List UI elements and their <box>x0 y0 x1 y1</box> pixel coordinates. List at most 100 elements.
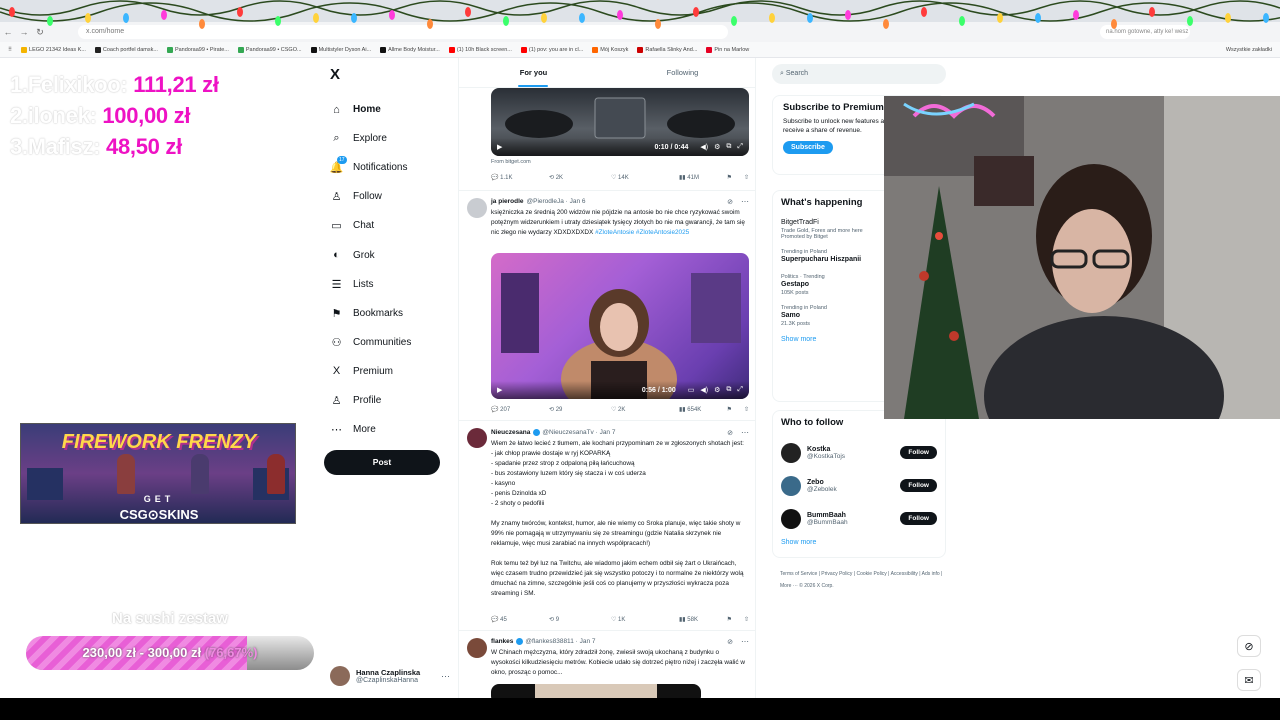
fullscreen-icon[interactable]: ⤢ <box>737 143 743 151</box>
nav-item-grok[interactable]: ◐ Grok <box>329 240 411 269</box>
more-icon[interactable]: ⋯ <box>741 637 749 646</box>
grok-icon[interactable]: ⊘ <box>727 429 733 437</box>
forward-icon[interactable]: → <box>16 27 32 37</box>
nav-item-home[interactable]: ⌂ Home <box>329 95 411 124</box>
volume-icon[interactable]: ◀) <box>700 143 708 151</box>
author-name[interactable]: Nieuczesana <box>491 429 530 436</box>
nav-item-follow[interactable]: ♙ Follow <box>329 182 411 211</box>
bookmark-item[interactable]: Mój Koszyk <box>592 46 628 53</box>
bookmark-item[interactable]: Allme Body Moistur... <box>380 46 440 53</box>
pip-icon[interactable]: ⧉ <box>726 386 731 394</box>
repost-button[interactable]: ⟲ 2K <box>549 174 611 182</box>
x-logo[interactable]: X <box>330 66 340 83</box>
repost-button[interactable]: ⟲ 9 <box>549 616 611 624</box>
author-handle[interactable]: @flankes838811 · Jan 7 <box>525 638 595 645</box>
tweet-video[interactable] <box>491 684 701 698</box>
play-icon[interactable]: ▶ <box>497 143 502 151</box>
avatar[interactable] <box>467 198 487 218</box>
share-icon[interactable]: ⇧ <box>744 406 749 413</box>
reply-button[interactable]: 💬 45 <box>491 616 549 624</box>
follow-suggestion[interactable]: Zebo @Zebolek Follow <box>781 469 937 502</box>
apps-icon[interactable]: ⠿ <box>8 47 12 53</box>
bookmark-all[interactable]: Wszystkie zakładki <box>1226 47 1272 53</box>
bookmark-item[interactable]: Multistyler Dyson Ai... <box>310 46 371 53</box>
search-input[interactable]: ⌕ Search <box>772 64 946 84</box>
share-icon[interactable]: ⇧ <box>744 174 749 181</box>
avatar[interactable] <box>781 475 801 496</box>
nav-item-bookmarks[interactable]: ⚑ Bookmarks <box>329 299 411 328</box>
nav-item-profile[interactable]: ♙ Profile <box>329 386 411 415</box>
promoted-source[interactable]: From bitget.com <box>491 159 531 165</box>
nav-item-chat[interactable]: ▭ Chat <box>329 211 411 240</box>
messages-icon[interactable]: ✉ <box>1237 669 1261 691</box>
avatar[interactable] <box>781 442 801 463</box>
author-handle[interactable]: @NieuczesanaTv · Jan 7 <box>542 429 615 436</box>
nav-item-notifications[interactable]: 🔔 17 Notifications <box>329 153 411 182</box>
like-button[interactable]: ♡ 2K <box>611 406 679 414</box>
bookmark-icon[interactable]: ⚑ <box>727 174 732 181</box>
views-button[interactable]: ▮▮ 58K <box>679 616 723 624</box>
hashtags[interactable]: #ZloteAntosie #ZloteAntosie2025 <box>595 229 689 236</box>
reload-icon[interactable]: ↻ <box>32 27 48 38</box>
grok-icon[interactable]: ⊘ <box>727 638 733 646</box>
back-icon[interactable]: ← <box>0 27 16 37</box>
avatar[interactable] <box>781 508 801 529</box>
subscribe-button[interactable]: Subscribe <box>783 141 833 154</box>
like-button[interactable]: ♡ 14K <box>611 174 679 182</box>
url-field[interactable]: x.com/home <box>78 25 728 39</box>
nav-item-more[interactable]: ⋯ More <box>329 415 411 444</box>
page-search-field[interactable]: na.hom gotowne, atty ke! wesz <box>1100 25 1190 39</box>
follow-button[interactable]: Follow <box>900 512 937 525</box>
more-icon[interactable]: ⋯ <box>441 671 450 682</box>
grok-icon[interactable]: ⊘ <box>1237 635 1261 657</box>
like-button[interactable]: ♡ 1K <box>611 616 679 624</box>
settings-icon[interactable]: ⚙ <box>714 143 720 151</box>
author-name[interactable]: ja pierodle <box>491 198 524 205</box>
fullscreen-icon[interactable]: ⤢ <box>737 386 743 394</box>
tweet-video[interactable]: ▶ 0:56 / 1:00 ▭ ◀) ⚙ ⧉ ⤢ <box>491 253 749 399</box>
more-icon[interactable]: ⋯ <box>741 428 749 437</box>
avatar[interactable] <box>467 428 487 448</box>
follow-button[interactable]: Follow <box>900 446 937 459</box>
nav-item-lists[interactable]: ☰ Lists <box>329 270 411 299</box>
bookmark-item[interactable]: Pandoraa99 • CSGO... <box>237 46 302 53</box>
nav-item-explore[interactable]: ⌕ Explore <box>329 124 411 153</box>
views-button[interactable]: ▮▮ 41M <box>679 174 723 182</box>
settings-icon[interactable]: ⚙ <box>714 386 720 394</box>
views-button[interactable]: ▮▮ 654K <box>679 406 723 414</box>
reply-button[interactable]: 💬 1.1K <box>491 174 549 182</box>
bookmark-item[interactable]: Pandoraa99 • Pirate... <box>166 46 229 53</box>
bookmark-icon[interactable]: ⚑ <box>727 406 732 413</box>
pip-icon[interactable]: ⧉ <box>726 143 731 151</box>
follow-suggestion[interactable]: BummBaah @BummBaah Follow <box>781 502 937 535</box>
play-icon[interactable]: ▶ <box>497 386 502 394</box>
promoted-video[interactable]: ▶ 0:10 / 0:44 ◀) ⚙ ⧉ ⤢ <box>491 88 749 156</box>
nav-item-communities[interactable]: ⚇ Communities <box>329 328 412 357</box>
bookmark-item[interactable]: Pin na Marlow <box>706 46 749 53</box>
share-icon[interactable]: ⇧ <box>744 616 749 623</box>
reply-button[interactable]: 💬 207 <box>491 406 549 414</box>
repost-button[interactable]: ⟲ 29 <box>549 406 611 414</box>
account-switcher[interactable]: Hanna Czaplinska @CzaplinskaHanna ⋯ <box>330 666 450 686</box>
bookmark-item[interactable]: Coach portfel damsk... <box>94 46 158 53</box>
bookmark-item[interactable]: (1) pov: you are in cl... <box>520 46 583 53</box>
bookmark-item[interactable]: LEGO 21342 Ideas K... <box>21 46 86 53</box>
tab-for-you[interactable]: For you <box>459 58 608 87</box>
more-icon[interactable]: ⋯ <box>741 197 749 206</box>
volume-icon[interactable]: ◀) <box>700 386 708 394</box>
bookmark-icon[interactable]: ⚑ <box>727 616 732 623</box>
nav-item-premium[interactable]: X Premium <box>329 357 411 386</box>
bookmark-item[interactable]: (1) 10h Black screen... <box>448 46 512 53</box>
grok-icon[interactable]: ⊘ <box>727 198 733 206</box>
tab-following[interactable]: Following <box>608 58 755 87</box>
follow-suggestion[interactable]: Kostka @KostkaTojs Follow <box>781 436 937 469</box>
author-handle[interactable]: @PierodleJa · Jan 6 <box>527 198 586 205</box>
avatar[interactable] <box>467 638 487 658</box>
bookmark-item[interactable]: Rafaella Slinky And... <box>637 46 697 53</box>
follow-button[interactable]: Follow <box>900 479 937 492</box>
captions-icon[interactable]: ▭ <box>688 386 695 394</box>
post-button[interactable]: Post <box>324 450 440 475</box>
author-name[interactable]: flankes <box>491 638 513 645</box>
show-more-link[interactable]: Show more <box>781 539 937 546</box>
footer-links[interactable]: Terms of Service | Privacy Policy | Cook… <box>780 568 950 592</box>
